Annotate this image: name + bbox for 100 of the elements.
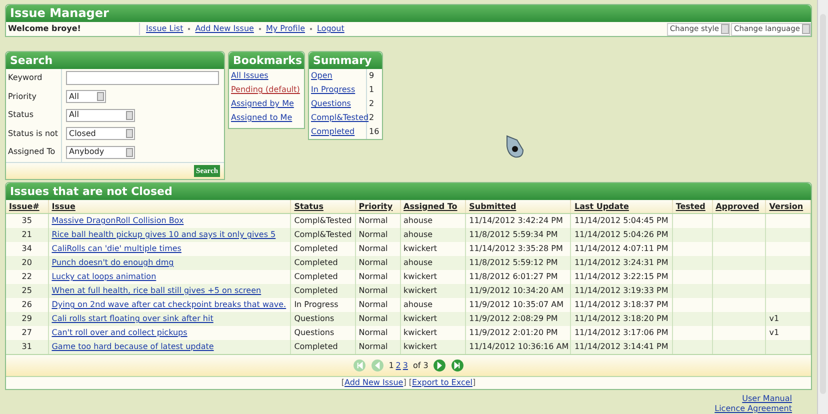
table-cell: 11/14/2012 3:14:41 PM bbox=[574, 341, 668, 353]
summary-count: 9 bbox=[368, 70, 374, 82]
summary-count: 1 bbox=[368, 84, 374, 96]
bracket-text: ] [ bbox=[403, 377, 412, 389]
column-header[interactable]: Status bbox=[294, 200, 324, 212]
table-cell: 11/9/2012 10:34:20 AM bbox=[469, 285, 564, 297]
issue-link[interactable]: Massive DragonRoll Collision Box bbox=[52, 215, 184, 227]
table-cell: 11/14/2012 3:35:28 PM bbox=[469, 243, 563, 255]
scrollbar[interactable] bbox=[817, 0, 828, 414]
table-cell: 11/9/2012 2:01:20 PM bbox=[469, 327, 558, 339]
issue-link[interactable]: Cali rolls start floating over sink after hit bbox=[52, 313, 214, 325]
table-cell: 11/14/2012 5:04:45 PM bbox=[574, 215, 668, 227]
table-cell: 20 bbox=[22, 257, 32, 269]
table-cell: Normal bbox=[358, 313, 388, 325]
bookmark-link[interactable]: Assigned to Me bbox=[229, 111, 304, 125]
nav-link[interactable]: Add New Issue bbox=[195, 23, 254, 35]
summary-link[interactable]: Questions bbox=[309, 97, 367, 111]
next-page-icon[interactable] bbox=[433, 359, 446, 372]
panel-title: Search bbox=[6, 52, 224, 69]
table-cell: 21 bbox=[22, 229, 32, 241]
summary-link[interactable]: Open bbox=[309, 69, 367, 83]
table-cell: Normal bbox=[358, 271, 388, 283]
select-field[interactable]: Closed bbox=[66, 127, 135, 140]
issue-link[interactable]: Lucky cat loops animation bbox=[52, 271, 156, 283]
table-cell: kwickert bbox=[404, 243, 438, 255]
table-cell: Completed bbox=[294, 285, 338, 297]
table-cell: Normal bbox=[358, 215, 388, 227]
issue-link[interactable]: Rice ball health pickup gives 10 and says it only gives 5 bbox=[52, 229, 276, 241]
table-cell: Questions bbox=[294, 327, 334, 339]
issue-link[interactable]: Dying on 2nd wave after cat checkpoint breaks that wave. bbox=[52, 299, 286, 311]
column-header[interactable]: Assigned To bbox=[404, 200, 458, 212]
column-header[interactable]: Issue# bbox=[9, 200, 40, 212]
summary-link[interactable]: Completed bbox=[309, 125, 367, 139]
issue-link[interactable]: Punch doesn't do enough dmg bbox=[52, 257, 174, 269]
table-cell: Completed bbox=[294, 341, 338, 353]
select-field[interactable]: Anybody bbox=[66, 146, 135, 159]
table-cell: 11/14/2012 3:42:24 PM bbox=[469, 215, 563, 227]
bracket-text: [ bbox=[341, 377, 344, 389]
keyword-field[interactable] bbox=[66, 71, 219, 86]
action-link[interactable]: Add New Issue bbox=[344, 377, 404, 389]
table-cell: 31 bbox=[22, 341, 32, 353]
page-link[interactable]: 2 bbox=[396, 360, 401, 372]
field-label: Status bbox=[6, 106, 62, 124]
table-cell: kwickert bbox=[404, 313, 438, 325]
table-cell: 11/14/2012 3:17:06 PM bbox=[574, 327, 668, 339]
column-header[interactable]: Last Update bbox=[574, 200, 629, 212]
table-cell: v1 bbox=[769, 313, 780, 325]
summary-link[interactable]: Compl&Tested bbox=[309, 111, 367, 125]
page-link[interactable]: 3 bbox=[402, 360, 408, 372]
table-cell: 11/9/2012 10:35:07 AM bbox=[469, 299, 564, 311]
table-cell: Normal bbox=[358, 257, 388, 269]
field-label: Priority bbox=[6, 88, 62, 106]
table-cell: 22 bbox=[22, 271, 32, 283]
column-header[interactable]: Priority bbox=[358, 200, 393, 212]
column-header[interactable]: Issue bbox=[52, 200, 76, 212]
table-cell: 11/14/2012 5:04:26 PM bbox=[574, 229, 668, 241]
bookmark-link[interactable]: Assigned by Me bbox=[229, 97, 304, 111]
select-field[interactable]: All bbox=[66, 90, 106, 104]
table-cell: 11/14/2012 3:22:15 PM bbox=[574, 271, 668, 283]
panel-title: Issues that are not Closed bbox=[6, 183, 811, 200]
table-cell: 26 bbox=[22, 299, 32, 311]
table-cell: Completed bbox=[294, 243, 338, 255]
table-cell: Normal bbox=[358, 229, 388, 241]
table-cell: 11/14/2012 10:36:16 AM bbox=[469, 341, 569, 353]
last-page-icon[interactable] bbox=[451, 359, 464, 372]
table-cell: 35 bbox=[22, 215, 32, 227]
footer-link[interactable]: User Manual bbox=[742, 394, 792, 404]
issue-link[interactable]: Game too hard because of latest update bbox=[52, 341, 214, 353]
bookmark-link[interactable]: All Issues bbox=[229, 69, 304, 83]
nav-link[interactable]: My Profile bbox=[266, 23, 305, 35]
table-cell: 27 bbox=[22, 327, 32, 339]
panel-title: Bookmarks bbox=[229, 52, 304, 69]
issue-link[interactable]: When at full health, rice ball still gives +5 on screen bbox=[52, 285, 262, 297]
bookmark-link[interactable]: Pending (default) bbox=[229, 83, 304, 97]
select-field[interactable]: All bbox=[66, 108, 135, 122]
summary-link[interactable]: In Progress bbox=[309, 83, 367, 97]
action-link[interactable]: Export to Excel bbox=[412, 377, 472, 389]
table-cell: ahouse bbox=[404, 299, 433, 311]
footer-link[interactable]: Licence Agreement bbox=[714, 404, 792, 414]
table-cell: In Progress bbox=[294, 299, 338, 311]
column-header[interactable]: Approved bbox=[716, 200, 760, 212]
table-cell: ahouse bbox=[404, 229, 433, 241]
issue-link[interactable]: CaliRolls can 'die' multiple times bbox=[52, 243, 182, 255]
table-cell: 34 bbox=[22, 243, 32, 255]
issue-link[interactable]: Can't roll over and collect pickups bbox=[52, 327, 188, 339]
welcome-text: Welcome broye! bbox=[6, 23, 140, 35]
column-header[interactable]: Version bbox=[769, 200, 804, 212]
table-cell: 11/8/2012 6:01:27 PM bbox=[469, 271, 558, 283]
panel-title: Summary bbox=[309, 52, 382, 69]
column-header[interactable]: Submitted bbox=[469, 200, 516, 212]
table-cell: v1 bbox=[769, 327, 780, 339]
column-header[interactable]: Tested bbox=[676, 200, 706, 212]
nav-link[interactable]: Issue List bbox=[146, 23, 184, 35]
page-link[interactable]: 1 bbox=[388, 360, 394, 372]
table-cell: 11/14/2012 3:24:31 PM bbox=[574, 257, 668, 269]
table-cell: Compl&Tested bbox=[294, 215, 352, 227]
table-cell: 25 bbox=[22, 285, 32, 297]
nav-link[interactable]: Logout bbox=[317, 23, 344, 35]
table-cell: Normal bbox=[358, 341, 388, 353]
table-cell: 29 bbox=[22, 313, 32, 325]
